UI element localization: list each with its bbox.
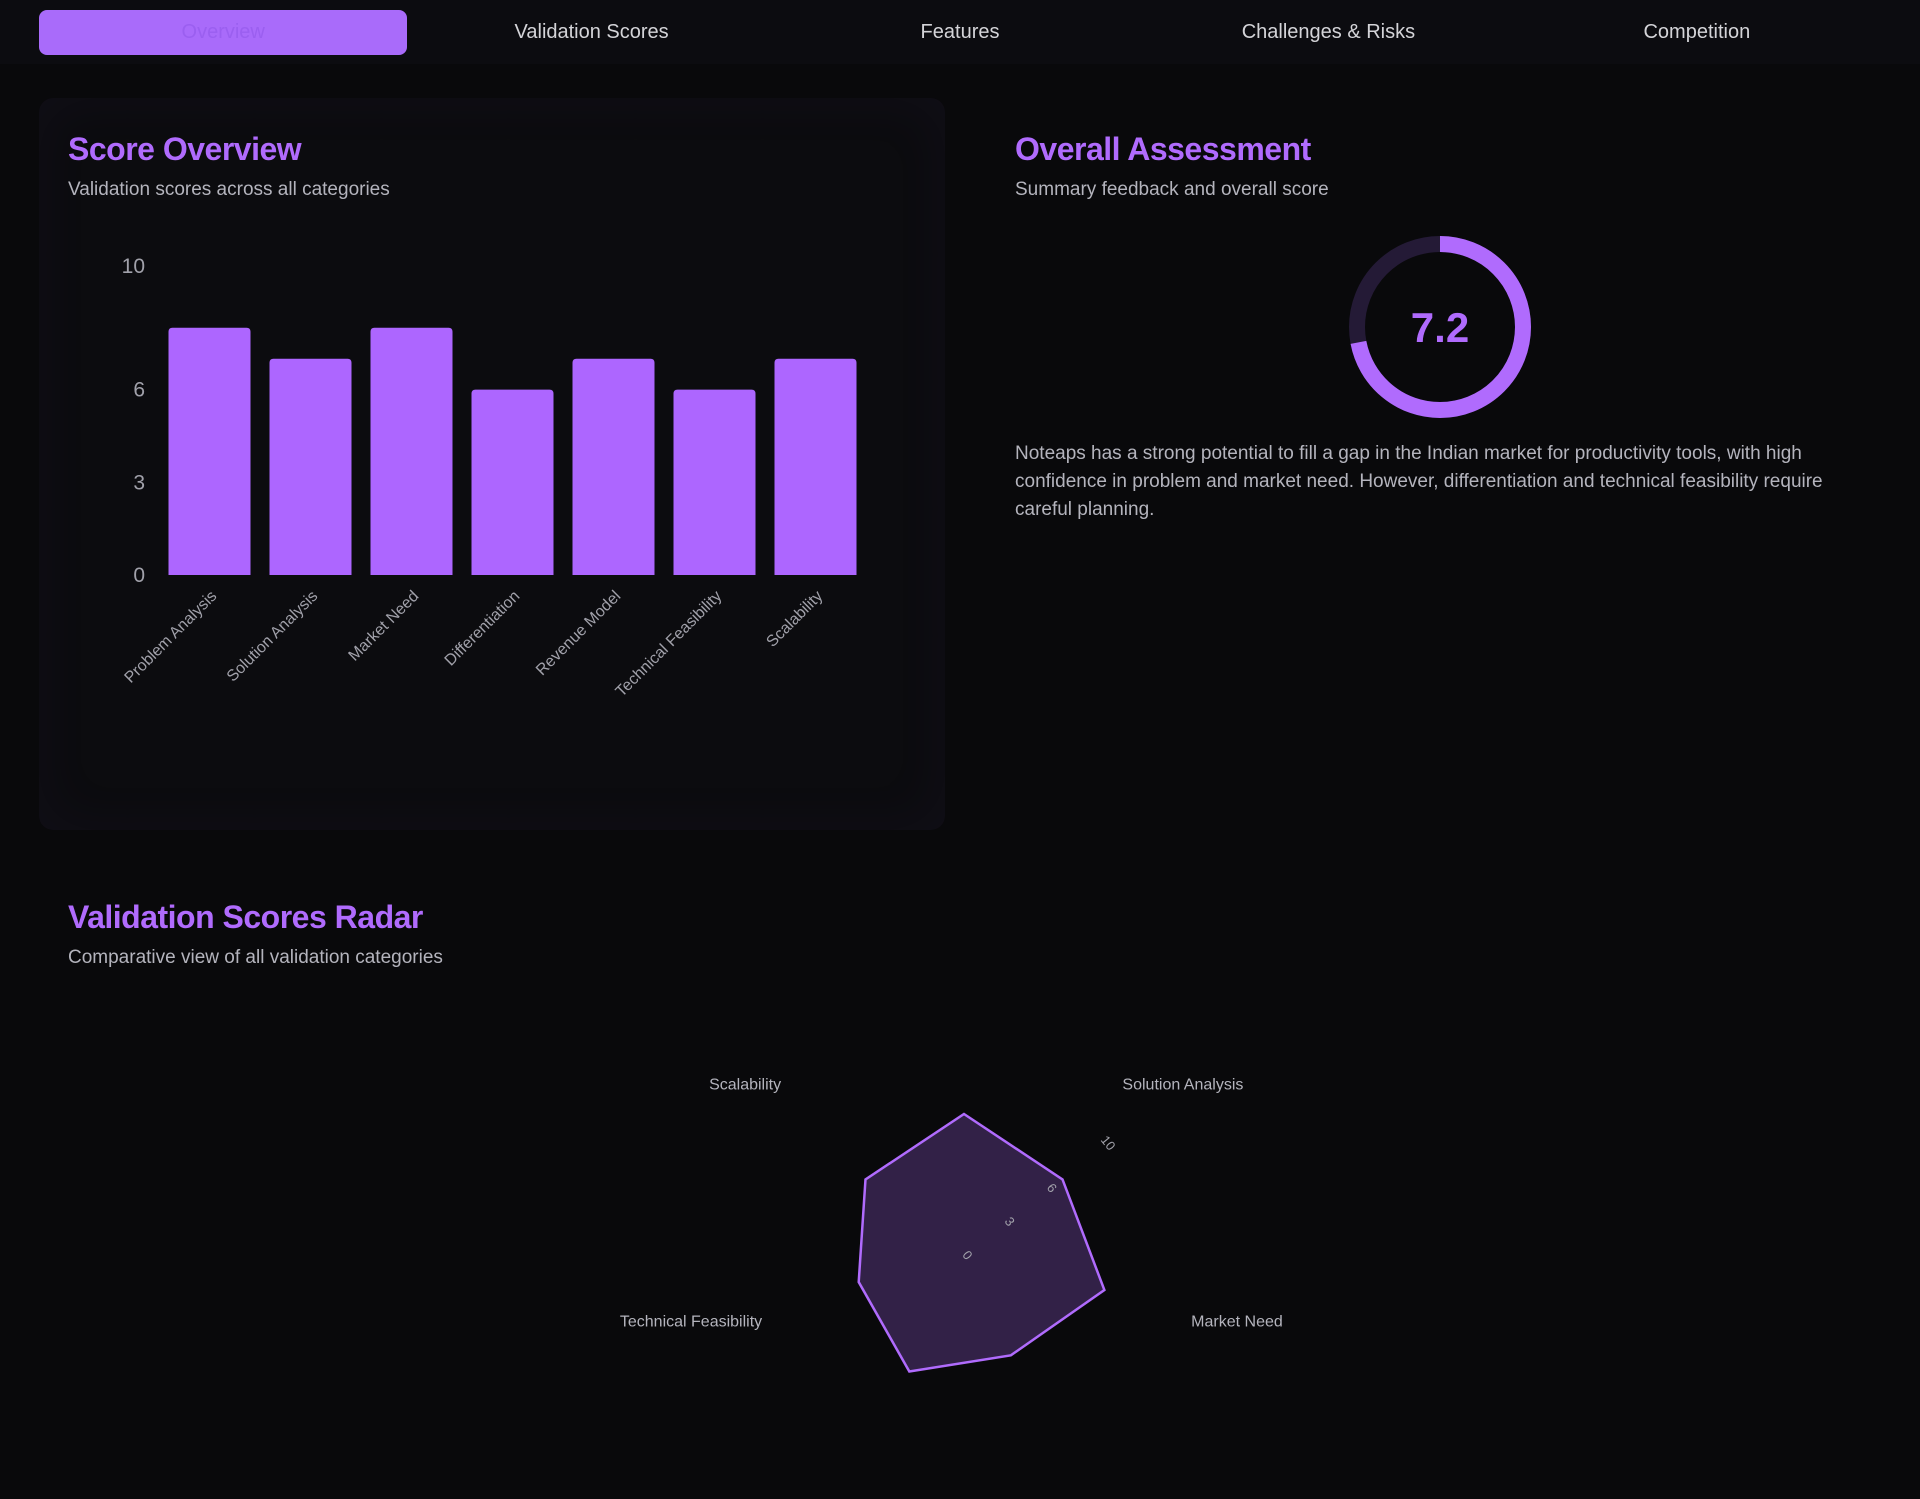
radar-axis-label: Market Need bbox=[1191, 1313, 1283, 1330]
radar-axis-label: Scalability bbox=[709, 1076, 781, 1093]
tab-competition[interactable]: Competition bbox=[1513, 10, 1881, 55]
x-tick-label: Solution Analysis bbox=[224, 588, 322, 686]
overall-assessment-summary: Noteaps has a strong potential to fill a… bbox=[1015, 443, 1823, 520]
radar-axis-label: Solution Analysis bbox=[1122, 1076, 1243, 1093]
bar-problem-analysis bbox=[168, 327, 251, 575]
tab-challenges-risks[interactable]: Challenges & Risks bbox=[1144, 10, 1512, 55]
score-bar-chart: 0 3 6 10 Problem Analysis Solution Analysis Ma… bbox=[122, 255, 857, 701]
bar-solution-analysis bbox=[269, 358, 352, 575]
bar-scalability bbox=[774, 358, 857, 575]
overall-score-ring: 7.2 bbox=[1349, 236, 1531, 418]
radar-subtitle: Comparative view of all validation categ… bbox=[68, 947, 443, 968]
x-tick-label: Scalability bbox=[763, 588, 826, 651]
y-tick-label: 3 bbox=[133, 471, 145, 494]
y-tick-label: 6 bbox=[133, 379, 145, 402]
x-tick-label: Problem Analysis bbox=[122, 588, 221, 687]
x-tick-label: Technical Feasibility bbox=[613, 588, 726, 701]
y-tick-label: 0 bbox=[133, 564, 145, 587]
radar-title: Validation Scores Radar bbox=[68, 899, 423, 935]
radar-axis-label: Technical Feasibility bbox=[620, 1313, 762, 1330]
overall-assessment-title: Overall Assessment bbox=[1015, 131, 1311, 167]
radar-tick-label: 10 bbox=[1098, 1133, 1119, 1154]
overall-score-value: 7.2 bbox=[1411, 304, 1469, 351]
bar-differentiation bbox=[471, 389, 554, 575]
radar-polygon bbox=[857, 1112, 1106, 1373]
bar-revenue-model bbox=[572, 358, 655, 575]
bar-technical-feasibility bbox=[673, 389, 756, 575]
x-tick-label: Market Need bbox=[346, 588, 423, 665]
x-tick-label: Revenue Model bbox=[533, 588, 624, 679]
y-tick-label: 10 bbox=[122, 255, 145, 278]
bar-market-need bbox=[370, 327, 453, 575]
overall-assessment-subtitle: Summary feedback and overall score bbox=[1015, 179, 1329, 200]
x-tick-label: Differentiation bbox=[442, 588, 524, 670]
radar-chart: Problem AnalysisSolution AnalysisMarket … bbox=[620, 1076, 1283, 1373]
